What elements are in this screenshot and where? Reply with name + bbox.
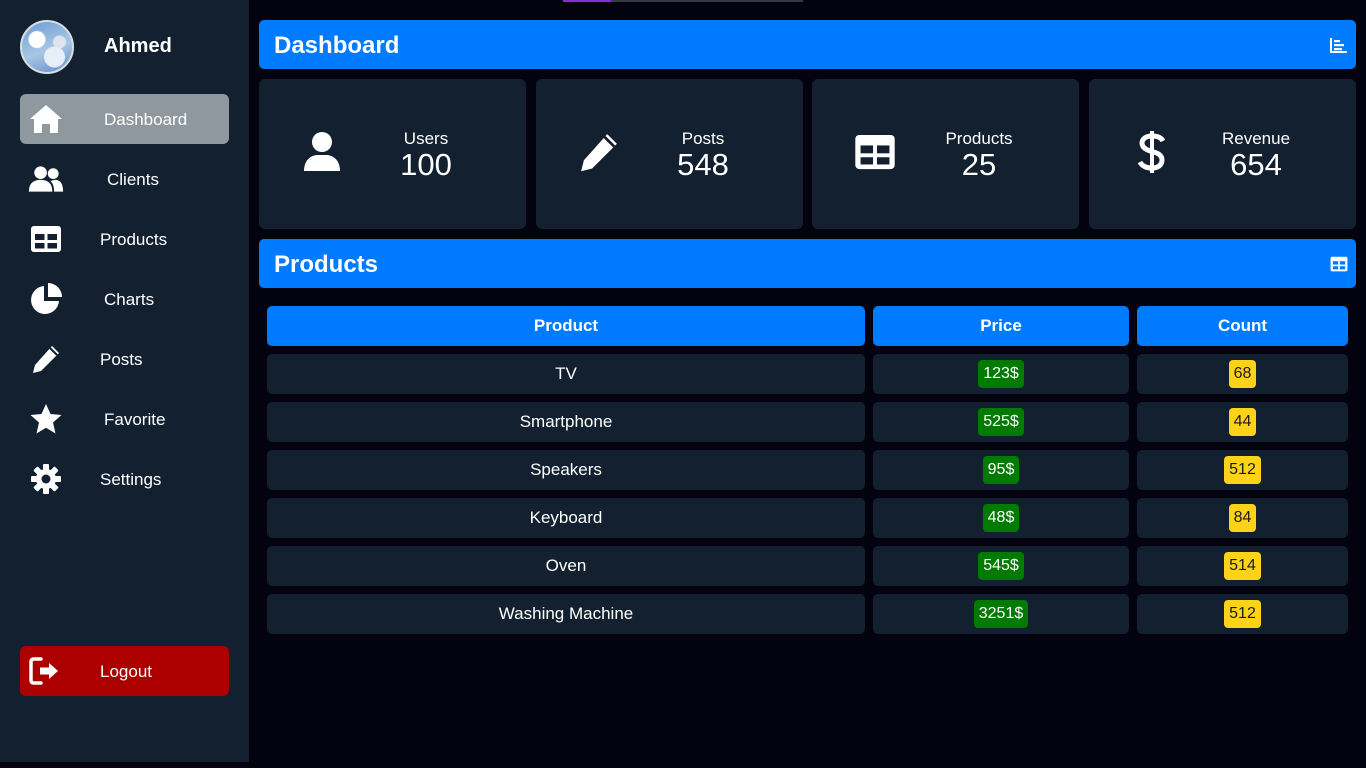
sidebar-item-label: Dashboard xyxy=(104,110,188,129)
price-cell: 545$ xyxy=(873,546,1129,586)
count-badge: 68 xyxy=(1228,360,1257,388)
table-icon xyxy=(852,129,898,175)
sidebar-item-clients[interactable]: Clients xyxy=(20,154,229,204)
avatar[interactable] xyxy=(20,20,74,74)
sidebar: Ahmed Dashboard Clients Products Charts xyxy=(0,0,249,762)
count-cell: 44 xyxy=(1137,402,1348,442)
price-cell: 525$ xyxy=(873,402,1129,442)
user-icon xyxy=(299,129,345,175)
stat-card-revenue[interactable]: Revenue 654 xyxy=(1089,79,1356,229)
profile: Ahmed xyxy=(20,20,240,74)
sidebar-item-label: Products xyxy=(100,230,168,249)
stat-label: Posts xyxy=(681,129,725,148)
price-badge: 95$ xyxy=(982,456,1020,484)
price-badge: 525$ xyxy=(978,408,1024,436)
sidebar-item-label: Settings xyxy=(100,470,162,489)
product-cell: Smartphone xyxy=(267,402,865,442)
top-progress-strip xyxy=(563,0,803,2)
count-cell: 512 xyxy=(1137,594,1348,634)
section-title: Products xyxy=(274,251,379,278)
count-cell: 514 xyxy=(1137,546,1348,586)
stat-value: 25 xyxy=(961,147,997,182)
sidebar-item-settings[interactable]: Settings xyxy=(20,454,229,504)
sidebar-item-products[interactable]: Products xyxy=(20,214,229,264)
sidebar-item-favorite[interactable]: Favorite xyxy=(20,394,229,444)
price-badge: 48$ xyxy=(982,504,1020,532)
logout-icon xyxy=(28,654,64,688)
stat-value: 654 xyxy=(1230,147,1282,182)
top-progress-segment xyxy=(563,0,611,2)
count-badge: 84 xyxy=(1228,504,1257,532)
bar-chart-icon xyxy=(1330,37,1348,53)
table-row[interactable]: Washing Machine 3251$ 512 xyxy=(267,594,1348,634)
count-badge: 512 xyxy=(1224,456,1261,484)
home-icon xyxy=(28,102,64,136)
count-badge: 514 xyxy=(1224,552,1261,580)
column-header-product[interactable]: Product xyxy=(267,306,865,346)
table-row[interactable]: Oven 545$ 514 xyxy=(267,546,1348,586)
sidebar-item-label: Posts xyxy=(100,350,143,369)
product-cell: Washing Machine xyxy=(267,594,865,634)
table-body: TV 123$ 68 Smartphone 525$ 44 Speakers 9… xyxy=(267,354,1348,634)
star-icon xyxy=(28,402,64,436)
stat-label: Products xyxy=(945,129,1013,148)
price-cell: 3251$ xyxy=(873,594,1129,634)
count-cell: 84 xyxy=(1137,498,1348,538)
stat-card-posts[interactable]: Posts 548 xyxy=(536,79,803,229)
dashboard-header: Dashboard xyxy=(259,20,1356,69)
sidebar-item-charts[interactable]: Charts xyxy=(20,274,229,324)
pie-chart-icon xyxy=(28,282,64,316)
count-badge: 44 xyxy=(1228,408,1257,436)
table-header-row: Product Price Count xyxy=(267,306,1348,346)
stat-label: Users xyxy=(403,129,449,148)
gear-icon xyxy=(28,462,64,496)
sidebar-item-label: Favorite xyxy=(104,410,166,429)
table-row[interactable]: Speakers 95$ 512 xyxy=(267,450,1348,490)
column-header-price[interactable]: Price xyxy=(873,306,1129,346)
sidebar-item-label: Clients xyxy=(107,170,159,189)
product-cell: Keyboard xyxy=(267,498,865,538)
sidebar-nav: Dashboard Clients Products Charts Posts xyxy=(20,94,229,514)
table-row[interactable]: Smartphone 525$ 44 xyxy=(267,402,1348,442)
count-cell: 512 xyxy=(1137,450,1348,490)
column-header-count[interactable]: Count xyxy=(1137,306,1348,346)
products-table: Product Price Count TV 123$ 68 Smartphon… xyxy=(267,306,1348,642)
stat-value: 100 xyxy=(400,147,452,182)
sidebar-item-dashboard[interactable]: Dashboard xyxy=(20,94,229,144)
price-badge: 3251$ xyxy=(973,600,1029,628)
profile-name: Ahmed xyxy=(104,35,172,57)
price-badge: 123$ xyxy=(978,360,1024,388)
table-row[interactable]: TV 123$ 68 xyxy=(267,354,1348,394)
products-header: Products xyxy=(259,239,1356,288)
price-cell: 123$ xyxy=(873,354,1129,394)
pencil-icon xyxy=(576,129,622,175)
price-cell: 48$ xyxy=(873,498,1129,538)
table-icon xyxy=(28,222,64,256)
stat-card-products[interactable]: Products 25 xyxy=(812,79,1079,229)
stat-label: Revenue xyxy=(1221,129,1291,148)
product-cell: Oven xyxy=(267,546,865,586)
product-cell: Speakers xyxy=(267,450,865,490)
product-cell: TV xyxy=(267,354,865,394)
stat-card-users[interactable]: Users 100 xyxy=(259,79,526,229)
page-title: Dashboard xyxy=(274,32,400,59)
price-badge: 545$ xyxy=(978,552,1024,580)
users-icon xyxy=(28,162,64,196)
price-cell: 95$ xyxy=(873,450,1129,490)
pencil-icon xyxy=(28,342,64,376)
logout-button[interactable]: Logout xyxy=(20,646,229,696)
table-icon xyxy=(1330,256,1348,272)
table-row[interactable]: Keyboard 48$ 84 xyxy=(267,498,1348,538)
count-cell: 68 xyxy=(1137,354,1348,394)
dollar-icon xyxy=(1129,129,1175,175)
stat-value: 548 xyxy=(677,147,729,182)
sidebar-item-label: Charts xyxy=(104,290,155,309)
logout-label: Logout xyxy=(100,662,152,681)
sidebar-item-posts[interactable]: Posts xyxy=(20,334,229,384)
count-badge: 512 xyxy=(1224,600,1261,628)
stat-cards: Users 100 Posts 548 Products 25 Revenue … xyxy=(259,79,1356,229)
